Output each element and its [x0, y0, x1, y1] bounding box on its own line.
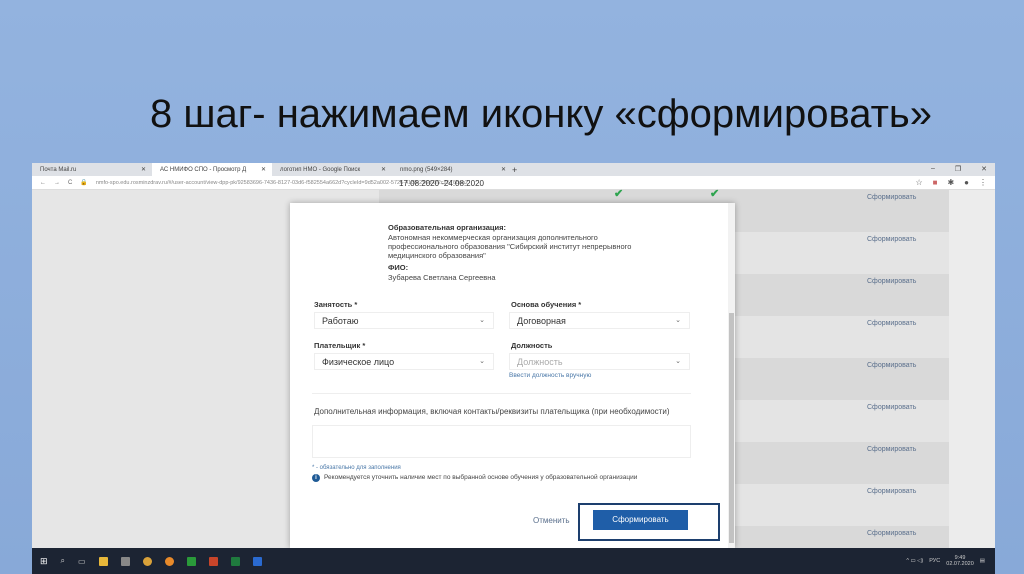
- close-icon[interactable]: ✕: [261, 166, 266, 173]
- employment-label: Занятость *: [314, 300, 358, 309]
- app-icon[interactable]: [164, 556, 174, 566]
- form-link[interactable]: Сформировать: [867, 488, 916, 495]
- close-icon[interactable]: ✕: [381, 166, 386, 173]
- extra-info-textarea[interactable]: [312, 425, 691, 458]
- forward-icon[interactable]: →: [54, 180, 60, 186]
- system-tray: ^ ▭ ◁) РУС 9:49 02.07.2020 ▤: [906, 555, 985, 567]
- back-icon[interactable]: ←: [40, 180, 46, 186]
- puzzle-icon[interactable]: ✱: [947, 178, 954, 187]
- tab-nmifo[interactable]: АС НМИФО СПО - Просмотр Д ✕: [152, 163, 272, 176]
- extension-icon[interactable]: ■: [933, 178, 938, 187]
- form-link[interactable]: Сформировать: [867, 194, 916, 201]
- position-label: Должность: [511, 341, 553, 350]
- basis-value: Договорная: [517, 316, 566, 326]
- photos-icon[interactable]: [252, 556, 262, 566]
- restore-icon[interactable]: ❐: [955, 165, 961, 173]
- tab-label: Почта Mail.ru: [40, 166, 77, 173]
- required-note: * - обязательно для заполнения: [312, 465, 401, 471]
- org-label: Образовательная организация:: [388, 223, 506, 232]
- lock-icon: 🔒: [80, 180, 88, 186]
- powerpoint-icon[interactable]: [208, 556, 218, 566]
- chevron-down-icon: ⌄: [479, 317, 485, 324]
- basis-label: Основа обучения *: [511, 300, 582, 309]
- tab-nmo-png[interactable]: nmo.png (549×284) ✕: [392, 163, 512, 176]
- form-link[interactable]: Сформировать: [867, 236, 916, 243]
- notification-icon[interactable]: ▤: [980, 558, 985, 564]
- excel-icon[interactable]: [230, 556, 240, 566]
- tab-label: АС НМИФО СПО - Просмотр Д: [160, 166, 247, 173]
- menu-icon[interactable]: ⋮: [979, 178, 987, 187]
- tab-label: логотип НМО - Google Поиск: [280, 166, 361, 173]
- address-bar: ← → C 🔒 nmfo-spo.edu.rosminzdrav.ru/#/user…: [32, 176, 995, 190]
- form-link[interactable]: Сформировать: [867, 362, 916, 369]
- form-link[interactable]: Сформировать: [867, 530, 916, 537]
- reload-icon[interactable]: C: [68, 180, 72, 186]
- chevron-down-icon: ⌄: [675, 317, 681, 324]
- basis-select[interactable]: Договорная ⌄: [509, 312, 690, 329]
- tab-bar: Почта Mail.ru ✕ АС НМИФО СПО - Просмотр Д…: [32, 163, 995, 176]
- info-note: Рекомендуется уточнить наличие мест по в…: [324, 474, 638, 481]
- chevron-down-icon: ⌄: [675, 358, 681, 365]
- modal-scrollbar[interactable]: [728, 203, 735, 548]
- check-icon: ✔: [710, 188, 720, 200]
- position-placeholder: Должность: [517, 357, 563, 367]
- form-link[interactable]: Сформировать: [867, 446, 916, 453]
- highlight-frame: [578, 503, 720, 541]
- taskbar: ⊞ ⌕ ▭ ^ ▭ ◁) РУС 9:49 02.07.2020 ▤: [32, 548, 995, 574]
- org-value: Автономная некоммерческая организация до…: [388, 233, 632, 260]
- chrome-icon[interactable]: [142, 556, 152, 566]
- employment-value: Работаю: [322, 316, 359, 326]
- chevron-down-icon: ⌄: [479, 358, 485, 365]
- date-range: 17.08.2020 -24.08.2020: [399, 179, 484, 188]
- close-window-icon[interactable]: ✕: [981, 165, 987, 173]
- fio-value: Зубарева Светлана Сергеевна: [388, 273, 496, 282]
- form-link[interactable]: Сформировать: [867, 278, 916, 285]
- app-icon[interactable]: [186, 556, 196, 566]
- payer-value: Физическое лицо: [322, 357, 395, 367]
- profile-icon[interactable]: ●: [964, 178, 969, 187]
- tab-google[interactable]: логотип НМО - Google Поиск ✕: [272, 163, 392, 176]
- star-icon[interactable]: ☆: [915, 178, 922, 187]
- clock-date: 02.07.2020: [946, 561, 974, 567]
- info-icon: i: [312, 474, 320, 482]
- extra-info-label: Дополнительная информация, включая конта…: [314, 407, 670, 416]
- language-indicator[interactable]: РУС: [929, 558, 940, 564]
- form-link[interactable]: Сформировать: [867, 320, 916, 327]
- calculator-icon[interactable]: [120, 556, 130, 566]
- file-explorer-icon[interactable]: [98, 556, 108, 566]
- position-select[interactable]: Должность ⌄: [509, 353, 690, 370]
- tray-icons[interactable]: ^ ▭ ◁): [906, 558, 923, 564]
- minimize-icon[interactable]: –: [931, 165, 935, 173]
- divider: [312, 393, 691, 394]
- new-tab-button[interactable]: +: [512, 165, 517, 175]
- windows-start-icon[interactable]: ⊞: [40, 556, 48, 567]
- scrollbar-thumb[interactable]: [729, 313, 734, 543]
- task-view-icon[interactable]: ▭: [78, 557, 86, 566]
- close-icon[interactable]: ✕: [501, 166, 506, 173]
- tab-mail[interactable]: Почта Mail.ru ✕: [32, 163, 152, 176]
- slide-title: 8 шаг- нажимаем иконку «сформировать»: [150, 92, 933, 136]
- cancel-button[interactable]: Отменить: [533, 516, 570, 525]
- browser-screenshot: Почта Mail.ru ✕ АС НМИФО СПО - Просмотр Д…: [32, 163, 995, 574]
- payer-select[interactable]: Физическое лицо ⌄: [314, 353, 494, 370]
- employment-select[interactable]: Работаю ⌄: [314, 312, 494, 329]
- fio-label: ФИО:: [388, 263, 409, 272]
- page-content: Сформировать Сформировать Сформировать С…: [32, 179, 995, 568]
- page-scrollbar[interactable]: [949, 190, 995, 548]
- payer-label: Плательщик *: [314, 341, 366, 350]
- close-icon[interactable]: ✕: [141, 166, 146, 173]
- tab-label: nmo.png (549×284): [400, 166, 453, 173]
- search-icon[interactable]: ⌕: [61, 556, 65, 566]
- check-icon: ✔: [614, 188, 624, 200]
- application-modal: Образовательная организация: Автономная …: [290, 203, 735, 548]
- manual-position-link[interactable]: Ввести должность вручную: [509, 372, 591, 379]
- form-link[interactable]: Сформировать: [867, 404, 916, 411]
